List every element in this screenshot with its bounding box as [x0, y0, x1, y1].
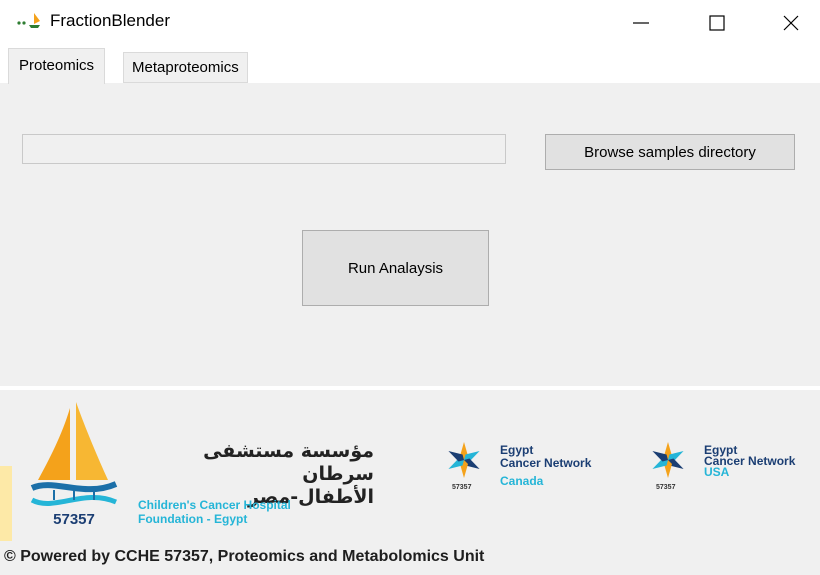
ecn-line-2: Cancer Network [500, 456, 592, 470]
ecn-line-1: Egypt [500, 443, 534, 457]
title-bar: FractionBlender [0, 0, 820, 46]
close-button[interactable] [762, 0, 820, 46]
tab-proteomics[interactable]: Proteomics [8, 48, 106, 84]
samples-directory-field[interactable] [22, 134, 506, 164]
ecn-country: Canada [500, 474, 544, 488]
tab-strip: Proteomics Metaproteomics [0, 46, 820, 84]
close-icon [783, 15, 799, 31]
logo-number: 57357 [53, 511, 95, 528]
ecn-canada-logo: 57357 Egypt Cancer Network Canada [444, 440, 629, 500]
star-logo-icon [448, 442, 480, 478]
english-line-1: Children's Cancer Hospital [138, 498, 291, 512]
foundation-name-english: Children's Cancer Hospital Foundation - … [138, 498, 291, 526]
tab-metaproteomics[interactable]: Metaproteomics [123, 52, 248, 83]
run-analysis-button[interactable]: Run Analaysis [302, 230, 489, 306]
accent-strip [0, 466, 12, 541]
ecn-country: USA [704, 465, 730, 479]
cche-ship-logo: 57357 [30, 402, 118, 528]
maximize-button[interactable] [688, 0, 746, 46]
footer: 57357 مؤسسة مستشفى سرطان الأطفال-مصر Chi… [0, 390, 820, 575]
minimize-button[interactable] [612, 0, 670, 46]
app-icon [17, 13, 40, 28]
powered-by-text: © Powered by CCHE 57357, Proteomics and … [4, 548, 485, 565]
ecn-code: 57357 [452, 484, 472, 491]
arabic-line-1: مؤسسة مستشفى سرطان [203, 440, 374, 485]
minimize-icon [633, 22, 649, 24]
proteomics-panel: Browse samples directory Run Analaysis [0, 83, 820, 386]
ecn-usa-logo: 57357 Egypt Cancer Network USA [648, 440, 820, 500]
ecn-code: 57357 [656, 484, 676, 491]
maximize-icon [709, 15, 725, 31]
browse-samples-button[interactable]: Browse samples directory [545, 134, 795, 170]
window-title: FractionBlender [50, 11, 171, 30]
star-logo-icon [652, 442, 684, 478]
english-line-2: Foundation - Egypt [138, 512, 248, 526]
